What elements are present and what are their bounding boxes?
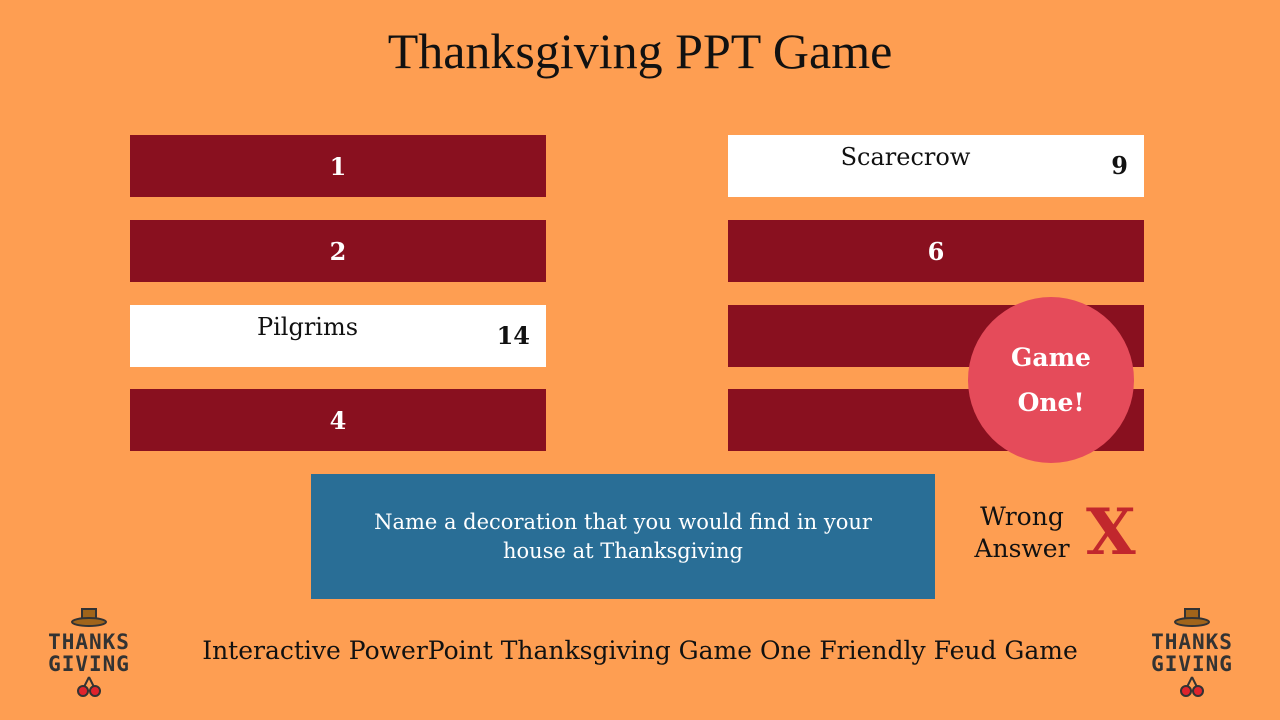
answer-slot-6[interactable]: 6 xyxy=(728,220,1144,282)
slot-number: 2 xyxy=(329,236,347,266)
slot-number: 4 xyxy=(329,405,347,435)
pilgrim-hat-icon xyxy=(1174,608,1210,627)
thanksgiving-logo-left: THANKS GIVING xyxy=(34,607,144,702)
logo-line-2: GIVING xyxy=(48,652,130,676)
answer-points: 14 xyxy=(496,321,530,350)
badge-line-2: One! xyxy=(1017,388,1085,417)
wrong-x-button[interactable]: X xyxy=(1086,496,1136,570)
cherries-icon xyxy=(77,676,101,697)
answer-slot-1[interactable]: 1 xyxy=(130,135,546,197)
wrong-answer-label: Wrong Answer xyxy=(962,501,1082,565)
answer-points: 9 xyxy=(1111,151,1128,180)
answer-text: Scarecrow xyxy=(840,143,971,171)
wrong-line-1: Wrong xyxy=(980,502,1064,531)
page-title: Thanksgiving PPT Game xyxy=(387,23,893,79)
answer-slot-2[interactable]: 2 xyxy=(130,220,546,282)
pilgrim-hat-icon xyxy=(71,608,107,627)
badge-line-1: Game xyxy=(1011,343,1091,372)
answer-slot-4[interactable]: 4 xyxy=(130,389,546,451)
slot-number: 1 xyxy=(329,151,347,181)
wrong-line-2: Answer xyxy=(974,534,1070,563)
answer-text: Pilgrims xyxy=(256,313,359,341)
thanksgiving-logo-right: THANKS GIVING xyxy=(1137,607,1247,702)
game-one-badge: Game One! xyxy=(968,297,1134,463)
slot-number: 6 xyxy=(927,236,945,266)
logo-line-1: THANKS xyxy=(48,630,130,654)
logo-line-1: THANKS xyxy=(1151,630,1233,654)
logo-line-2: GIVING xyxy=(1151,652,1233,676)
question-box: Name a decoration that you would find in… xyxy=(311,474,935,599)
answer-slot-5[interactable]: Scarecrow 9 xyxy=(728,135,1144,197)
cherries-icon xyxy=(1180,676,1204,697)
footer-text: Interactive PowerPoint Thanksgiving Game… xyxy=(202,636,1078,665)
answer-slot-3[interactable]: Pilgrims 14 xyxy=(130,305,546,367)
